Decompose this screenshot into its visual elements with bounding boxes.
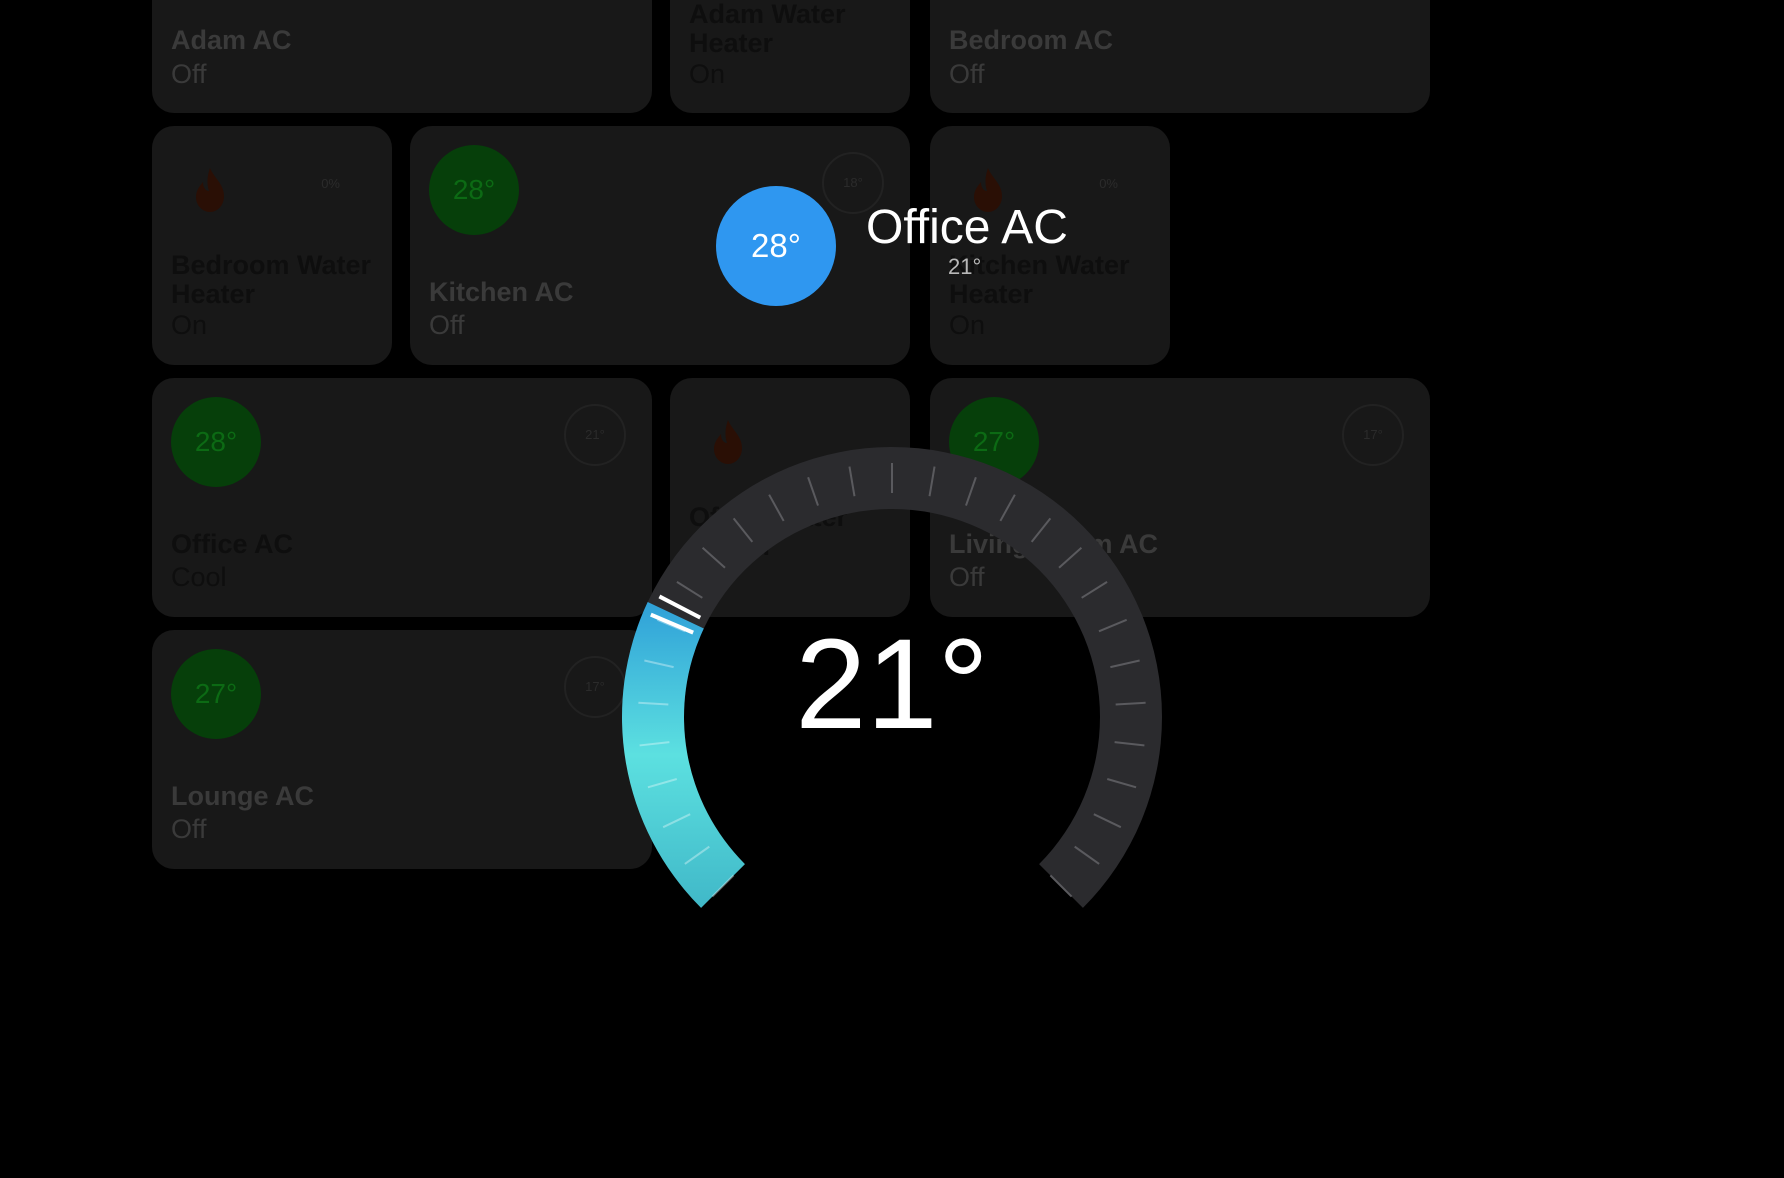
thermostat-dial[interactable] [0,0,1784,1178]
dial-temperature-value: 21° [795,613,989,756]
dial-active-arc[interactable] [622,602,745,908]
